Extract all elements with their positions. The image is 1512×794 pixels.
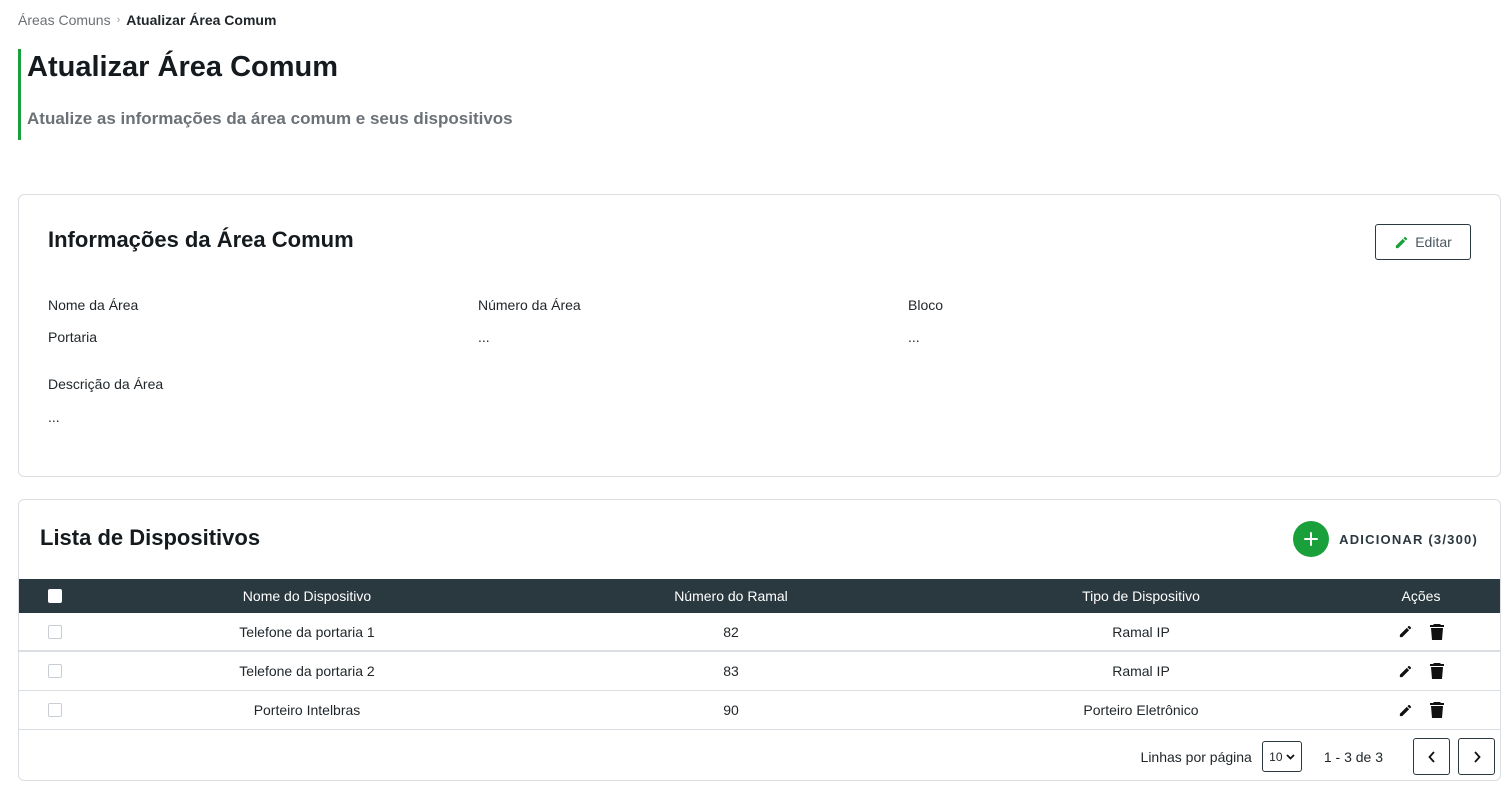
row-checkbox[interactable] xyxy=(48,703,62,717)
previous-page-button[interactable] xyxy=(1413,738,1450,775)
device-name: Telefone da portaria 1 xyxy=(239,623,375,640)
rows-per-page-value: 10 xyxy=(1269,749,1283,764)
area-number-label: Número da Área xyxy=(478,297,581,313)
row-checkbox[interactable] xyxy=(48,624,62,639)
device-type: Ramal IP xyxy=(1112,623,1170,640)
column-header-name: Nome do Dispositivo xyxy=(242,588,372,604)
devices-table: Nome do Dispositivo Número do Ramal Tipo… xyxy=(19,579,1500,730)
block-value: ... xyxy=(908,329,920,345)
area-info-title: Informações da Área Comum xyxy=(48,227,354,252)
pencil-icon[interactable] xyxy=(1397,624,1413,640)
column-header-type: Tipo de Dispositivo xyxy=(1082,588,1200,604)
device-ramal: 83 xyxy=(723,663,739,679)
device-ramal: 90 xyxy=(723,702,739,718)
add-device-label: ADICIONAR (3/300) xyxy=(1339,531,1478,547)
area-name-value: Portaria xyxy=(48,329,98,345)
table-row: Telefone da portaria 2 83 Ramal IP xyxy=(19,652,1500,691)
device-type: Porteiro Eletrônico xyxy=(1083,702,1199,718)
table-header: Nome do Dispositivo Número do Ramal Tipo… xyxy=(19,579,1500,613)
block-label: Bloco xyxy=(908,297,944,313)
chevron-left-icon xyxy=(1427,750,1436,763)
table-row: Telefone da portaria 1 82 Ramal IP xyxy=(19,613,1500,652)
edit-button-label: Editar xyxy=(1415,234,1452,250)
column-header-ramal: Número do Ramal xyxy=(674,588,788,604)
chevron-right-icon xyxy=(1473,750,1481,763)
trash-icon[interactable] xyxy=(1429,623,1445,640)
breadcrumb-current: Atualizar Área Comum xyxy=(126,12,277,28)
row-checkbox[interactable] xyxy=(48,664,62,678)
pencil-icon xyxy=(1394,235,1409,250)
plus-icon xyxy=(1293,521,1330,557)
pagination-range: 1 - 3 de 3 xyxy=(1323,748,1383,765)
trash-icon[interactable] xyxy=(1429,663,1445,679)
breadcrumb-link-areas-comuns[interactable]: Áreas Comuns xyxy=(18,12,111,28)
area-info-card: Informações da Área Comum Editar Nome da… xyxy=(18,194,1501,477)
add-device-button[interactable]: ADICIONAR (3/300) xyxy=(1293,521,1478,557)
area-description-label: Descrição da Área xyxy=(48,376,164,392)
next-page-button[interactable] xyxy=(1458,738,1495,775)
pagination: Linhas por página 10 1 - 3 de 3 xyxy=(1141,738,1495,775)
page-header: Atualizar Área Comum Atualize as informa… xyxy=(18,49,513,140)
select-all-checkbox[interactable] xyxy=(48,589,62,603)
area-number-value: ... xyxy=(478,329,490,345)
device-name: Porteiro Intelbras xyxy=(253,702,361,718)
pencil-icon[interactable] xyxy=(1397,702,1413,718)
device-type: Ramal IP xyxy=(1112,663,1170,679)
area-description-value: ... xyxy=(48,409,60,425)
rows-per-page-select[interactable]: 10 xyxy=(1261,741,1302,772)
column-header-actions: Ações xyxy=(1401,588,1441,604)
breadcrumb: Áreas Comuns › Atualizar Área Comum xyxy=(18,12,276,28)
chevron-down-icon xyxy=(1285,753,1295,760)
page-title: Atualizar Área Comum xyxy=(27,51,339,83)
breadcrumb-separator: › xyxy=(116,14,121,26)
devices-card: Lista de Dispositivos ADICIONAR (3/300) … xyxy=(18,499,1501,781)
trash-icon[interactable] xyxy=(1429,702,1445,718)
table-body: Telefone da portaria 1 82 Ramal IP Telef… xyxy=(19,613,1500,730)
table-row: Porteiro Intelbras 90 Porteiro Eletrônic… xyxy=(19,691,1500,730)
device-name: Telefone da portaria 2 xyxy=(239,663,375,679)
rows-per-page-label: Linhas por página xyxy=(1140,748,1252,765)
device-ramal: 82 xyxy=(723,623,739,640)
devices-title: Lista de Dispositivos xyxy=(40,525,261,550)
edit-button[interactable]: Editar xyxy=(1375,224,1471,260)
pencil-icon[interactable] xyxy=(1397,663,1413,679)
page-subtitle: Atualize as informações da área comum e … xyxy=(27,109,513,128)
area-name-label: Nome da Área xyxy=(48,297,139,313)
